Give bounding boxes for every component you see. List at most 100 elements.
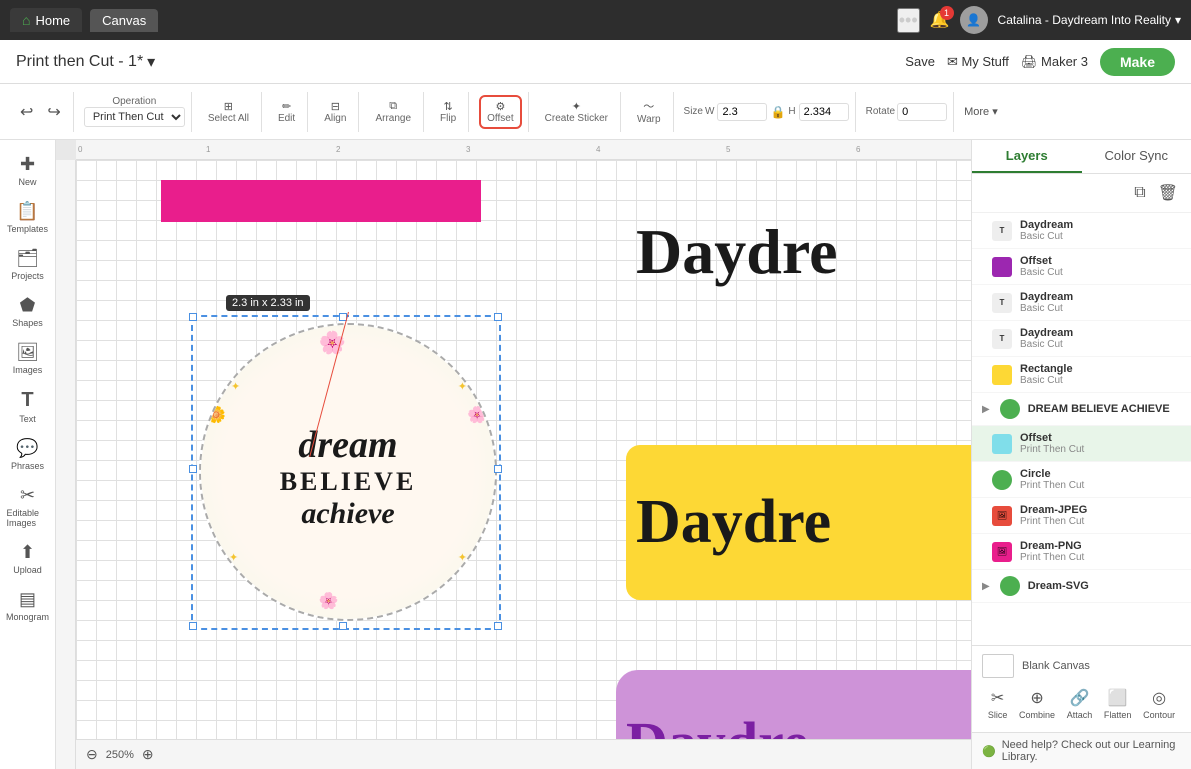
arrange-button[interactable]: ⧉ Arrange (369, 96, 417, 128)
edit-icon: ✏ (282, 100, 291, 113)
sidebar-item-templates[interactable]: 📋 Templates (3, 195, 53, 240)
project-title[interactable]: Print then Cut - 1* ▾ (16, 52, 155, 72)
second-bar-right: Save ✉ My Stuff 🖨 Maker 3 Make (905, 48, 1175, 76)
tab-layers[interactable]: Layers (972, 140, 1082, 173)
copy-layer-icon: ⧉ (1134, 184, 1145, 201)
save-button[interactable]: Save (905, 54, 935, 69)
offset-button[interactable]: ⚙ Offset (479, 95, 522, 129)
more-button[interactable]: More ▾ (964, 105, 998, 118)
width-input[interactable] (717, 103, 767, 121)
rotate-input[interactable] (897, 103, 947, 121)
sidebar-item-phrases[interactable]: 💬 Phrases (3, 432, 53, 477)
width-label: W (705, 106, 714, 117)
new-icon: ✚ (20, 154, 35, 175)
sidebar-item-monogram[interactable]: ▤ Monogram (3, 583, 53, 628)
top-bar: ⌂ Home Canvas ••• 🔔 1 👤 Catalina - Daydr… (0, 0, 1191, 40)
layer-name: Circle (1020, 468, 1181, 480)
undo-redo-group: ↩ ↪ (8, 92, 74, 132)
zoom-out-button[interactable]: ⊖ (86, 746, 98, 763)
handle-bc[interactable] (339, 622, 347, 630)
layer-item[interactable]: Circle Print Then Cut (972, 462, 1191, 498)
layer-item[interactable]: T Daydream Basic Cut (972, 285, 1191, 321)
my-stuff-button[interactable]: ✉ My Stuff (947, 54, 1009, 70)
sidebar-item-new[interactable]: ✚ New (3, 148, 53, 193)
make-button[interactable]: Make (1100, 48, 1175, 76)
sidebar-item-text[interactable]: T Text (3, 383, 53, 430)
layer-thumbnail (992, 434, 1012, 454)
layer-item[interactable]: Rectangle Basic Cut (972, 357, 1191, 393)
height-input[interactable] (799, 103, 849, 121)
sidebar-item-monogram-label: Monogram (6, 612, 49, 622)
redo-button[interactable]: ↪ (41, 98, 66, 126)
create-sticker-button[interactable]: ✦ Create Sticker (539, 96, 614, 128)
purple-area[interactable]: Daydre (616, 670, 971, 739)
layer-item[interactable]: 🖼 Dream-PNG Print Then Cut (972, 534, 1191, 570)
flatten-button[interactable]: ⬜ Flatten (1104, 688, 1132, 720)
sidebar-item-upload[interactable]: ⬆ Upload (3, 536, 53, 581)
combine-button[interactable]: ⊕ Combine (1019, 688, 1055, 720)
layer-item-group[interactable]: ▶ DREAM BELIEVE ACHIEVE (972, 393, 1191, 426)
flip-icon: ⇅ (443, 100, 452, 113)
layer-sub: Basic Cut (1020, 267, 1181, 278)
warp-button[interactable]: 〜 Warp (631, 94, 667, 129)
slice-button[interactable]: ✂ Slice (988, 688, 1008, 720)
sidebar-item-editable-images[interactable]: ✂ Editable Images (3, 479, 53, 534)
home-tab[interactable]: ⌂ Home (10, 8, 82, 32)
shapes-icon: ⬟ (20, 295, 36, 316)
more-options-button[interactable]: ••• (897, 8, 920, 33)
select-all-icon: ⊞ (224, 100, 233, 113)
layer-info: Offset Print Then Cut (1020, 432, 1181, 455)
layer-item[interactable]: 🖼 Dream-JPEG Print Then Cut (972, 498, 1191, 534)
layer-sub: Basic Cut (1020, 339, 1181, 350)
canvas-scroll-area[interactable]: 2.3 in x 2.33 in 🌸 (76, 160, 971, 739)
rotate-label: Rotate (866, 106, 895, 117)
zoom-in-button[interactable]: ⊕ (142, 746, 154, 763)
sidebar-item-projects[interactable]: 🗂 Projects (3, 242, 53, 287)
pink-rectangle[interactable] (161, 180, 481, 222)
notifications-button[interactable]: 🔔 1 (930, 10, 950, 30)
attach-label: Attach (1067, 710, 1093, 720)
delete-layer-button[interactable]: 🗑 (1155, 180, 1181, 206)
maker-button[interactable]: 🖨 Maker 3 (1021, 54, 1088, 70)
layer-thumbnail (992, 257, 1012, 277)
select-all-button[interactable]: ⊞ Select All (202, 96, 255, 128)
handle-tr[interactable] (494, 313, 502, 321)
canvas-grid[interactable]: 2.3 in x 2.33 in 🌸 (76, 160, 971, 739)
layer-item[interactable]: Offset Basic Cut (972, 249, 1191, 285)
project-title-text: Print then Cut - 1* (16, 53, 143, 71)
user-info[interactable]: Catalina - Daydream Into Reality ▾ (998, 13, 1181, 27)
contour-button[interactable]: ◎ Contour (1143, 688, 1175, 720)
flip-button[interactable]: ⇅ Flip (434, 96, 462, 128)
canvas-area[interactable]: 0 1 2 3 4 5 6 2.3 in x 2.33 in (56, 140, 971, 769)
canvas-tab-label: Canvas (102, 13, 146, 28)
yellow-rectangle[interactable]: Daydre (626, 445, 971, 600)
layer-item-group[interactable]: ▶ Dream-SVG (972, 570, 1191, 603)
left-sidebar: ✚ New 📋 Templates 🗂 Projects ⬟ Shapes 🖼 … (0, 140, 56, 769)
handle-bl[interactable] (189, 622, 197, 630)
handle-mr[interactable] (494, 465, 502, 473)
layer-item[interactable]: T Daydream Basic Cut (972, 213, 1191, 249)
panel-toolbar: ⧉ 🗑 (972, 174, 1191, 213)
handle-br[interactable] (494, 622, 502, 630)
tab-color-sync[interactable]: Color Sync (1082, 140, 1191, 173)
layer-info: Rectangle Basic Cut (1020, 363, 1181, 386)
layer-item-offset-active[interactable]: Offset Print Then Cut (972, 426, 1191, 462)
handle-tl[interactable] (189, 313, 197, 321)
help-text: Need help? Check out our Learning Librar… (1002, 739, 1181, 763)
layer-item[interactable]: T Daydream Basic Cut (972, 321, 1191, 357)
operation-select[interactable]: Print Then Cut (84, 107, 185, 127)
undo-button[interactable]: ↩ (14, 98, 39, 126)
layer-sub: Basic Cut (1020, 231, 1181, 242)
sidebar-item-images[interactable]: 🖼 Images (3, 336, 53, 381)
canvas-tab[interactable]: Canvas (90, 9, 158, 32)
handle-ml[interactable] (189, 465, 197, 473)
sidebar-item-shapes[interactable]: ⬟ Shapes (3, 289, 53, 334)
attach-button[interactable]: 🔗 Attach (1067, 688, 1093, 720)
layer-info: Circle Print Then Cut (1020, 468, 1181, 491)
text-icon: T (21, 389, 33, 412)
align-button[interactable]: ⊟ Align (318, 96, 352, 128)
edit-label: Edit (278, 113, 295, 124)
copy-layer-button[interactable]: ⧉ (1131, 181, 1148, 205)
edit-button[interactable]: ✏ Edit (272, 96, 301, 128)
combine-label: Combine (1019, 710, 1055, 720)
